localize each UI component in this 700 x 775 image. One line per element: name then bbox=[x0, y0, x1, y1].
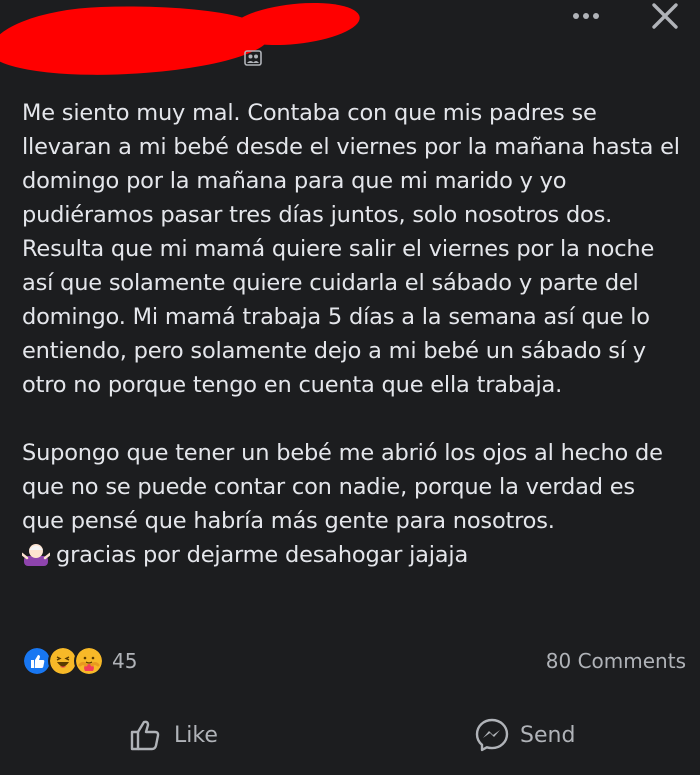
comments-count-link[interactable]: 80 Comments bbox=[546, 649, 686, 673]
reactions-summary: 45 80 Comments bbox=[22, 646, 686, 676]
person-shrugging-emoji bbox=[22, 544, 50, 566]
redacted-author-name bbox=[0, 1, 272, 79]
send-button[interactable]: Send bbox=[474, 710, 575, 760]
reaction-icons[interactable] bbox=[22, 646, 104, 676]
post-closing-line: gracias por dejarme desahogar jajaja bbox=[22, 538, 682, 572]
more-options-button[interactable] bbox=[566, 4, 606, 28]
thumbs-up-icon bbox=[130, 720, 160, 751]
more-horizontal-icon-dot bbox=[583, 13, 589, 19]
send-button-label: Send bbox=[520, 722, 576, 748]
closing-text: gracias por dejarme desahogar jajaja bbox=[56, 542, 469, 568]
post-text: Me siento muy mal. Contaba con que mis p… bbox=[22, 96, 682, 572]
friends-icon bbox=[244, 50, 262, 66]
care-reaction-icon bbox=[74, 646, 104, 676]
post-paragraph: Me siento muy mal. Contaba con que mis p… bbox=[22, 100, 680, 398]
more-horizontal-icon-dot bbox=[593, 13, 599, 19]
post-paragraph: Supongo que tener un bebé me abrió los o… bbox=[22, 440, 663, 534]
reaction-count[interactable]: 45 bbox=[112, 649, 137, 673]
like-button-label: Like bbox=[174, 722, 218, 748]
messenger-icon bbox=[475, 718, 509, 752]
post-actions: Like Send bbox=[0, 710, 700, 760]
post-header bbox=[0, 0, 700, 90]
close-icon[interactable] bbox=[648, 0, 682, 32]
more-horizontal-icon-dot bbox=[573, 13, 579, 19]
like-button[interactable]: Like bbox=[128, 710, 218, 760]
